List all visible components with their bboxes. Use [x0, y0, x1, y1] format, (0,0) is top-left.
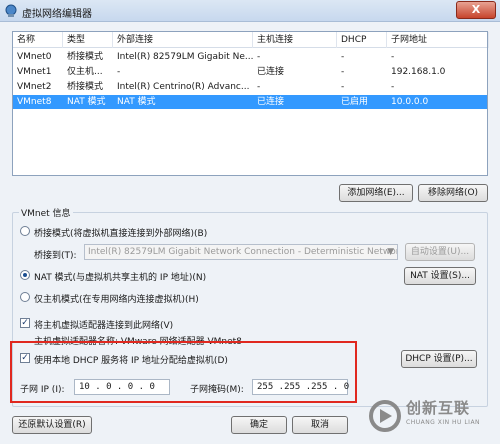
table-cell: 10.0.0.0 [391, 97, 429, 107]
column-header[interactable]: 名称 [13, 32, 63, 48]
column-header[interactable]: 主机连接 [253, 32, 337, 48]
table-cell: 已连接 [257, 67, 285, 77]
highlight-annotation [10, 341, 357, 403]
dhcp-settings-button[interactable]: DHCP 设置(P)... [401, 350, 477, 368]
bridged-to-select[interactable]: Intel(R) 82579LM Gigabit Network Connect… [84, 244, 398, 260]
host-only-radio[interactable] [20, 292, 30, 302]
table-cell: - [391, 82, 395, 92]
table-cell: - [341, 52, 345, 62]
table-cell: Intel(R) Centrino(R) Advanc... [117, 82, 250, 92]
table-cell: NAT 模式 [67, 97, 106, 107]
group-title: VMnet 信息 [19, 206, 73, 219]
restore-defaults-button[interactable]: 还原默认设置(R) [12, 416, 92, 434]
watermark-logo: 创新互联 CHUANG XIN HU LIAN [368, 395, 500, 437]
table-cell: 桥接模式 [67, 82, 104, 92]
table-cell: - [341, 67, 345, 77]
table-cell: Intel(R) 82579LM Gigabit Ne... [117, 52, 253, 62]
cancel-button[interactable]: 取消 [292, 416, 348, 434]
table-cell: - [391, 52, 395, 62]
table-cell: VMnet1 [17, 67, 52, 77]
add-network-button[interactable]: 添加网络(E)... [339, 184, 413, 202]
table-row[interactable]: VMnet0 桥接模式 Intel(R) 82579LM Gigabit Ne.… [13, 50, 487, 64]
table-cell: VMnet8 [17, 97, 52, 107]
column-header[interactable]: 子网地址 [387, 32, 489, 48]
table-cell: 仅主机... [67, 67, 103, 77]
table-cell: VMnet0 [17, 52, 52, 62]
table-row[interactable]: VMnet2 桥接模式 Intel(R) Centrino(R) Advanc.… [13, 80, 487, 94]
table-cell: - [257, 82, 261, 92]
table-cell: - [341, 82, 345, 92]
auto-settings-button[interactable]: 自动设置(U)... [405, 243, 475, 261]
column-header[interactable]: DHCP [337, 32, 387, 48]
column-header[interactable]: 外部连接 [113, 32, 253, 48]
bridged-to-value: Intel(R) 82579LM Gigabit Network Connect… [88, 247, 398, 257]
watermark-cn-text: 创新互联 [406, 399, 471, 417]
connect-adapter-label[interactable]: 将主机虚拟适配器连接到此网络(V) [34, 318, 173, 331]
table-row[interactable]: VMnet1 仅主机... - 已连接 - 192.168.1.0 [13, 65, 487, 79]
table-cell: 192.168.1.0 [391, 67, 446, 77]
table-header: 名称 类型 外部连接 主机连接 DHCP 子网地址 [13, 32, 489, 48]
connect-adapter-checkbox[interactable]: ✓ [20, 318, 30, 328]
bridged-mode-radio[interactable] [20, 226, 30, 236]
host-only-label[interactable]: 仅主机模式(在专用网络内连接虚拟机)(H) [34, 292, 199, 305]
table-cell: 桥接模式 [67, 52, 104, 62]
table-cell: VMnet2 [17, 82, 52, 92]
window-title: 虚拟网络编辑器 [22, 9, 92, 20]
column-header[interactable]: 类型 [63, 32, 113, 48]
bridged-mode-label[interactable]: 桥接模式(将虚拟机直接连接到外部网络)(B) [34, 226, 207, 239]
remove-network-button[interactable]: 移除网络(O) [418, 184, 488, 202]
close-button[interactable]: X [456, 1, 496, 19]
ok-button[interactable]: 确定 [231, 416, 287, 434]
brand-logo-icon [369, 400, 401, 432]
table-cell: NAT 模式 [117, 97, 156, 107]
chevron-down-icon: ▼ [387, 247, 394, 257]
network-editor-icon [5, 4, 17, 17]
table-cell: - [257, 52, 261, 62]
watermark-en-text: CHUANG XIN HU LIAN [406, 419, 481, 426]
table-cell: - [117, 67, 121, 77]
table-cell: 已启用 [341, 97, 369, 107]
nat-mode-radio[interactable] [20, 270, 30, 280]
title-bar: 虚拟网络编辑器 X [0, 0, 500, 22]
nat-settings-button[interactable]: NAT 设置(S)... [404, 267, 476, 285]
vmnet-table: 名称 类型 外部连接 主机连接 DHCP 子网地址 VMnet0 桥接模式 In… [12, 31, 489, 176]
table-row-selected[interactable]: VMnet8 NAT 模式 NAT 模式 已连接 已启用 10.0.0.0 [13, 95, 487, 109]
table-cell: 已连接 [257, 97, 285, 107]
bridged-to-label: 桥接到(T): [34, 251, 77, 261]
nat-mode-label[interactable]: NAT 模式(与虚拟机共享主机的 IP 地址)(N) [34, 270, 206, 283]
